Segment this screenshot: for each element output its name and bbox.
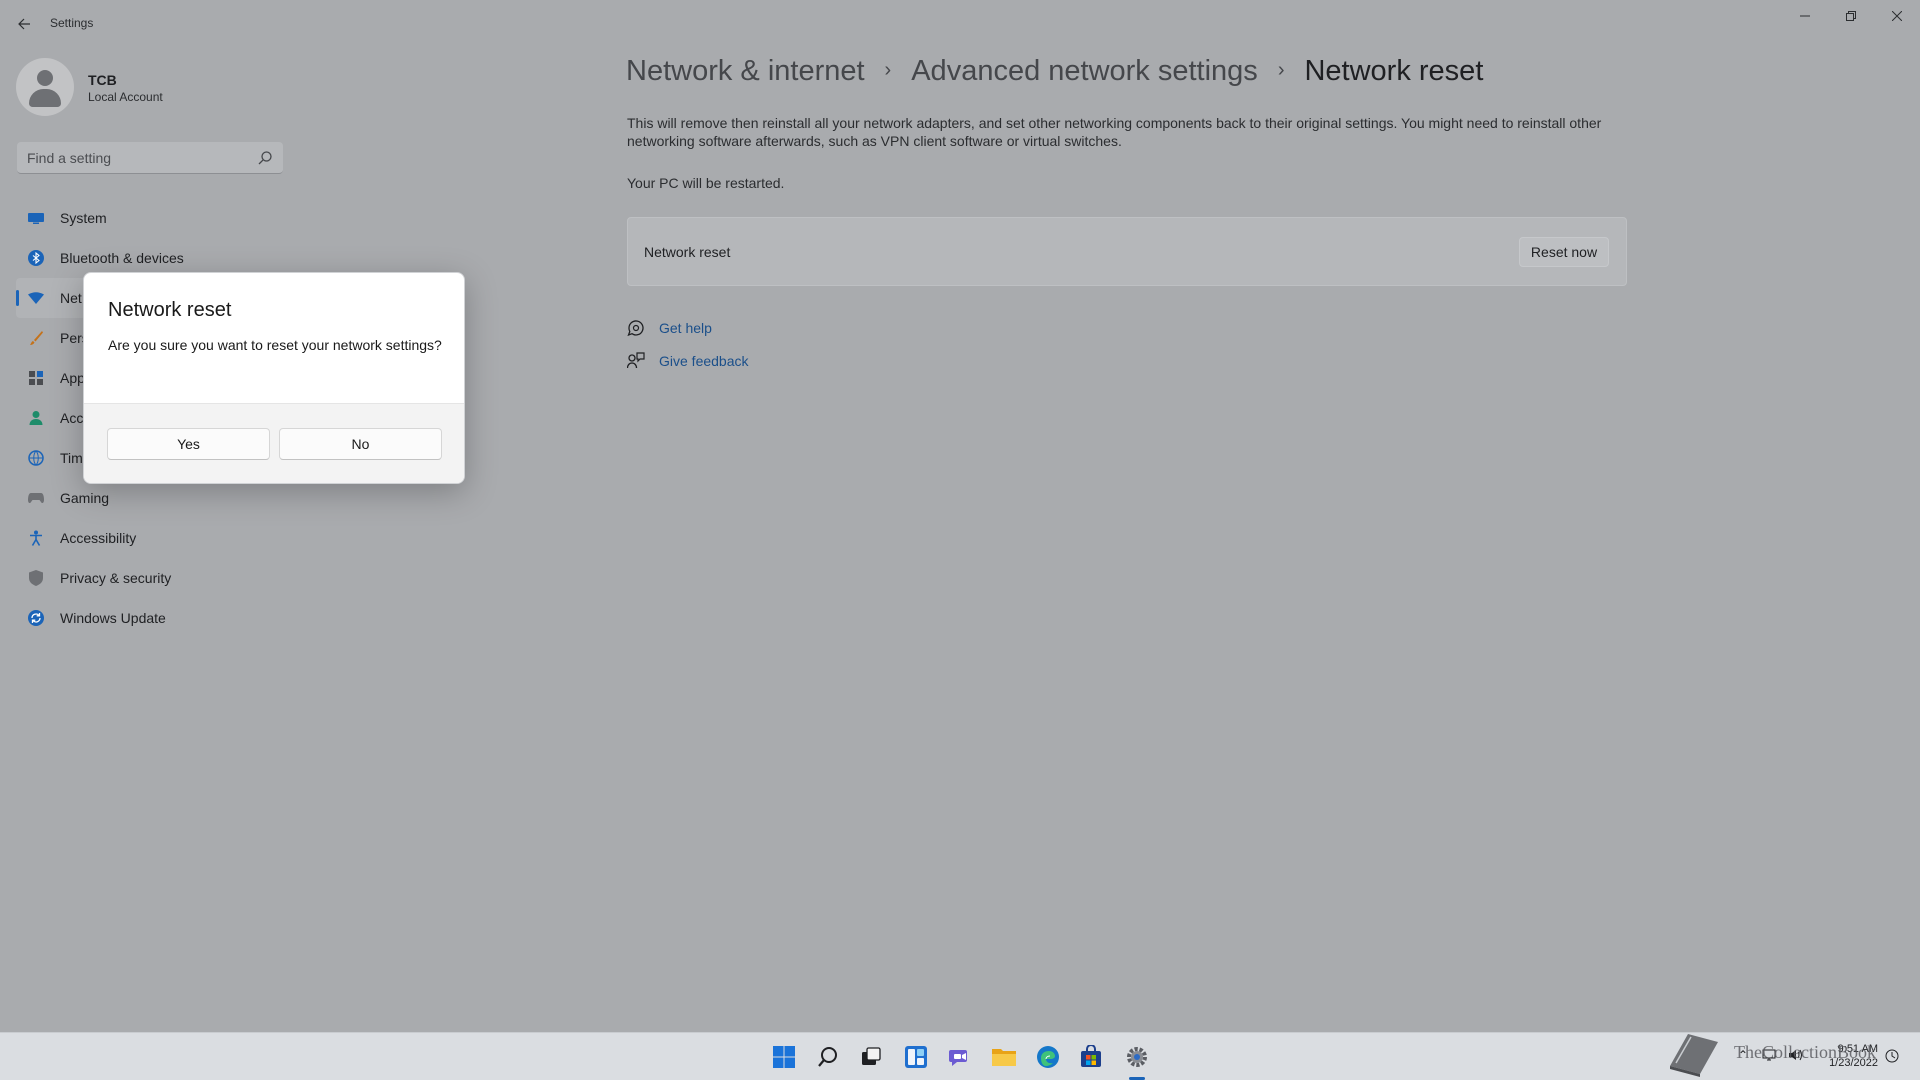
start-icon — [773, 1046, 795, 1068]
sidebar-item-label: System — [60, 210, 107, 226]
breadcrumb-network-internet[interactable]: Network & internet — [626, 55, 865, 88]
person-icon — [28, 410, 44, 426]
bluetooth-icon — [28, 250, 44, 266]
monitor-icon — [28, 210, 44, 226]
sidebar-item-windows-update[interactable]: Windows Update — [16, 598, 284, 638]
user-profile[interactable]: TCB Local Account — [16, 58, 316, 116]
dialog-message: Are you sure you want to reset your netw… — [108, 337, 442, 353]
widgets-icon — [905, 1046, 927, 1068]
file-explorer-button[interactable] — [988, 1041, 1020, 1073]
breadcrumb-separator: › — [884, 59, 892, 81]
sidebar-item-gaming[interactable]: Gaming — [16, 478, 284, 518]
sidebar-item-privacy[interactable]: Privacy & security — [16, 558, 284, 598]
get-help-label[interactable]: Get help — [659, 320, 712, 336]
sidebar-item-label: Accessibility — [60, 530, 137, 546]
network-reset-card: Network reset Reset now — [627, 217, 1627, 286]
gamepad-icon — [28, 490, 44, 506]
dialog-title: Network reset — [108, 299, 232, 321]
sidebar-item-label: Windows Update — [60, 610, 166, 626]
chat-button[interactable] — [944, 1041, 976, 1073]
breadcrumb-advanced-network-settings[interactable]: Advanced network settings — [911, 55, 1258, 88]
restart-note: Your PC will be restarted. — [627, 175, 785, 191]
apps-icon — [28, 370, 44, 386]
breadcrumb-separator: › — [1277, 59, 1285, 81]
widgets-button[interactable] — [900, 1041, 932, 1073]
sidebar-item-label: Acc — [60, 410, 84, 426]
reset-now-button[interactable]: Reset now — [1519, 237, 1609, 267]
no-button[interactable]: No — [279, 428, 442, 460]
get-help-link[interactable]: Get help — [627, 319, 712, 337]
start-button[interactable] — [768, 1041, 800, 1073]
file-explorer-icon — [992, 1049, 1016, 1066]
watermark: TheCollectionBook — [1666, 1024, 1916, 1080]
user-name: TCB — [88, 72, 117, 88]
help-icon — [627, 319, 645, 337]
yes-button[interactable]: Yes — [107, 428, 270, 460]
give-feedback-label[interactable]: Give feedback — [659, 353, 749, 369]
brush-icon — [28, 330, 44, 346]
feedback-icon — [627, 352, 645, 370]
minimize-icon — [1800, 15, 1810, 17]
close-icon — [1892, 11, 1902, 21]
account-type: Local Account — [88, 90, 163, 104]
wifi-icon — [28, 290, 44, 306]
page-title: Network reset — [1304, 55, 1484, 87]
book-logo-icon — [1670, 1034, 1718, 1077]
restore-icon — [1846, 11, 1856, 21]
sidebar-item-system[interactable]: System — [16, 198, 284, 238]
back-arrow-icon — [18, 18, 30, 30]
taskbar-search-button[interactable] — [812, 1041, 844, 1073]
network-reset-dialog: Network reset Are you sure you want to r… — [83, 272, 465, 484]
accessibility-icon — [28, 530, 44, 546]
shield-icon — [28, 570, 44, 586]
settings-icon — [1127, 1047, 1147, 1067]
give-feedback-link[interactable]: Give feedback — [627, 352, 749, 370]
edge-button[interactable] — [1032, 1041, 1064, 1073]
search-icon — [818, 1047, 837, 1067]
reset-description: This will remove then reinstall all your… — [627, 115, 1602, 149]
sidebar-item-label: Net — [60, 290, 82, 306]
watermark-text: TheCollectionBook — [1734, 1042, 1876, 1062]
dialog-footer: Yes No — [84, 403, 464, 483]
chat-icon — [949, 1050, 967, 1066]
network-reset-card-label: Network reset — [644, 244, 731, 260]
minimize-button[interactable] — [1782, 0, 1828, 32]
sidebar-item-label: App — [60, 370, 85, 386]
store-icon — [1081, 1045, 1101, 1067]
search-placeholder: Find a setting — [27, 150, 112, 166]
edge-icon — [1037, 1046, 1059, 1068]
app-title: Settings — [50, 16, 94, 30]
sidebar-item-label: Bluetooth & devices — [60, 250, 184, 266]
title-bar: Settings — [0, 0, 1920, 48]
settings-taskbar-button[interactable] — [1121, 1041, 1153, 1073]
task-view-icon — [862, 1047, 881, 1065]
sidebar-item-label: Gaming — [60, 490, 110, 506]
search-icon[interactable] — [257, 150, 273, 166]
back-button[interactable] — [12, 12, 36, 36]
task-view-button[interactable] — [855, 1041, 887, 1073]
taskbar: ⌃ 9:51 AM 1/23/2022 — [0, 1032, 1920, 1080]
restore-button[interactable] — [1828, 0, 1874, 32]
avatar — [16, 58, 74, 116]
breadcrumb: Network & internet › Advanced network se… — [626, 55, 1483, 88]
active-indicator — [16, 290, 19, 306]
globe-clock-icon — [28, 450, 44, 466]
search-input[interactable]: Find a setting — [17, 142, 283, 174]
close-button[interactable] — [1874, 0, 1920, 32]
sidebar-item-accessibility[interactable]: Accessibility — [16, 518, 284, 558]
sidebar-item-label: Privacy & security — [60, 570, 172, 586]
sidebar-item-label: Tim — [60, 450, 83, 466]
update-icon — [28, 610, 44, 626]
store-button[interactable] — [1075, 1041, 1107, 1073]
